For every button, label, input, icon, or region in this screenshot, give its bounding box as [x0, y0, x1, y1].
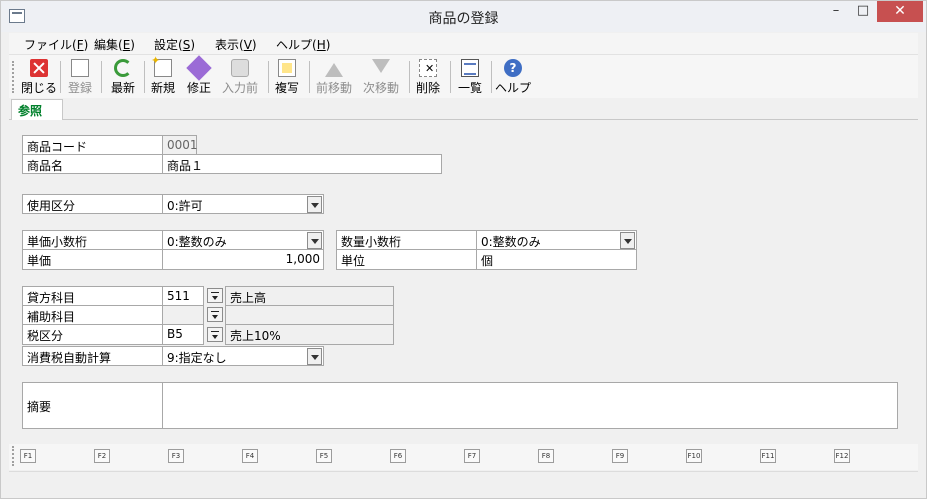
- fkey-grip[interactable]: [12, 446, 15, 466]
- menu-bar: ファイル(F) 編集(E) 設定(S) 表示(V) ヘルプ(H): [9, 33, 918, 54]
- auto-tax-select[interactable]: 9:指定なし: [162, 346, 324, 366]
- fkey-f12[interactable]: F12: [834, 449, 850, 463]
- fkey-f9[interactable]: F9: [612, 449, 628, 463]
- product-name-field[interactable]: 商品１: [162, 154, 442, 174]
- new-button[interactable]: 新規: [148, 54, 178, 97]
- refresh-icon: [114, 59, 132, 77]
- toolbar-separator: [309, 61, 310, 93]
- fkey-f6[interactable]: F6: [390, 449, 406, 463]
- help-button[interactable]: ? ヘルプ: [495, 57, 531, 97]
- chevron-down-icon[interactable]: [307, 232, 322, 249]
- credit-account-name: 売上高: [225, 286, 394, 306]
- register-icon: [71, 59, 89, 77]
- unit-field[interactable]: 個: [476, 249, 637, 270]
- fkey-f11[interactable]: F11: [760, 449, 776, 463]
- menu-settings[interactable]: 設定(S): [154, 36, 195, 53]
- title-bar: 商品の登録 – □ ✕: [1, 1, 926, 32]
- minimize-button[interactable]: –: [823, 1, 849, 22]
- credit-account-label: 貸方科目: [22, 286, 163, 306]
- close-window-button[interactable]: ✕: [877, 1, 923, 22]
- register-button[interactable]: 登録: [65, 57, 95, 97]
- unit-price-label: 単価: [22, 249, 163, 270]
- credit-account-code[interactable]: 511: [162, 286, 204, 306]
- memo-field[interactable]: [162, 382, 898, 429]
- tax-category-name: 売上10%: [225, 324, 394, 345]
- edit-icon: [186, 55, 212, 81]
- sub-account-code[interactable]: [162, 305, 204, 325]
- fkey-f4[interactable]: F4: [242, 449, 258, 463]
- arrow-down-icon: [372, 59, 390, 77]
- window-title: 商品の登録: [428, 11, 499, 27]
- edit-button[interactable]: 修正: [184, 55, 214, 97]
- qty-decimals-select[interactable]: 0:整数のみ: [476, 230, 637, 250]
- status-bar: [9, 471, 918, 491]
- delete-button[interactable]: 削除: [413, 57, 443, 97]
- sub-account-search-icon[interactable]: [207, 307, 223, 322]
- sub-account-name: [225, 305, 394, 325]
- tax-category-search-icon[interactable]: [207, 327, 223, 342]
- delete-icon: [419, 59, 437, 77]
- toolbar-separator: [268, 61, 269, 93]
- toolbar: 閉じる 登録 最新 新規 修正 入力前 複写 前移動 次移動 削除 一覧 ?ヘル…: [9, 54, 918, 98]
- toolbar-grip[interactable]: [12, 61, 15, 93]
- product-code-label: 商品コード: [22, 135, 163, 155]
- toolbar-separator: [450, 61, 451, 93]
- fkey-f1[interactable]: F1: [20, 449, 36, 463]
- list-button[interactable]: 一覧: [455, 57, 485, 97]
- toolbar-separator: [101, 61, 102, 93]
- fkey-f10[interactable]: F10: [686, 449, 702, 463]
- tax-category-label: 税区分: [22, 324, 163, 345]
- function-key-bar: F1 F2 F3 F4 F5 F6 F7 F8 F9 F10 F11 F12: [9, 444, 918, 470]
- help-icon: ?: [504, 59, 522, 77]
- tab-reference[interactable]: 参照: [11, 99, 63, 121]
- product-name-label: 商品名: [22, 154, 163, 174]
- maximize-button[interactable]: □: [850, 1, 876, 22]
- input-before-button[interactable]: 入力前: [220, 57, 260, 97]
- fkey-f7[interactable]: F7: [464, 449, 480, 463]
- copy-button[interactable]: 複写: [272, 57, 302, 97]
- unit-price-field[interactable]: 1,000: [162, 249, 324, 270]
- next-button[interactable]: 次移動: [361, 57, 401, 97]
- toolbar-separator: [491, 61, 492, 93]
- sub-account-label: 補助科目: [22, 305, 163, 325]
- auto-tax-label: 消費税自動計算: [22, 346, 163, 366]
- main-window: 商品の登録 – □ ✕ ファイル(F) 編集(E) 設定(S) 表示(V) ヘル…: [0, 0, 927, 499]
- prev-button[interactable]: 前移動: [314, 57, 354, 97]
- menu-edit[interactable]: 編集(E): [94, 36, 135, 53]
- menu-file[interactable]: ファイル(F): [24, 36, 88, 53]
- fkey-f5[interactable]: F5: [316, 449, 332, 463]
- tax-category-code[interactable]: B5: [162, 324, 204, 345]
- qty-decimals-label: 数量小数桁: [336, 230, 477, 250]
- refresh-button[interactable]: 最新: [108, 57, 138, 97]
- toolbar-separator: [60, 61, 61, 93]
- tab-strip: 参照: [9, 98, 918, 121]
- toolbar-separator: [144, 61, 145, 93]
- list-icon: [461, 59, 479, 77]
- fkey-f3[interactable]: F3: [168, 449, 184, 463]
- unit-price-decimals-label: 単価小数桁: [22, 230, 163, 250]
- chevron-down-icon[interactable]: [307, 196, 322, 213]
- credit-account-search-icon[interactable]: [207, 288, 223, 303]
- memo-label: 摘要: [22, 382, 163, 429]
- menu-view[interactable]: 表示(V): [215, 36, 257, 53]
- unit-label: 単位: [336, 249, 477, 270]
- chevron-down-icon[interactable]: [307, 348, 322, 365]
- undo-icon: [231, 59, 249, 77]
- new-icon: [151, 54, 172, 77]
- unit-price-decimals-select[interactable]: 0:整数のみ: [162, 230, 324, 250]
- close-button[interactable]: 閉じる: [21, 57, 57, 97]
- close-icon: [30, 59, 48, 77]
- fkey-f2[interactable]: F2: [94, 449, 110, 463]
- menu-help[interactable]: ヘルプ(H): [276, 36, 330, 53]
- chevron-down-icon[interactable]: [620, 232, 635, 249]
- arrow-up-icon: [325, 59, 343, 77]
- usage-select[interactable]: 0:許可: [162, 194, 324, 214]
- form-area: 商品コード 0001 商品名 商品１ 使用区分 0:許可 単価小数桁 0:整数の…: [9, 120, 918, 443]
- toolbar-separator: [409, 61, 410, 93]
- copy-icon: [278, 59, 296, 77]
- usage-label: 使用区分: [22, 194, 163, 214]
- product-code-field[interactable]: 0001: [162, 135, 198, 155]
- fkey-f8[interactable]: F8: [538, 449, 554, 463]
